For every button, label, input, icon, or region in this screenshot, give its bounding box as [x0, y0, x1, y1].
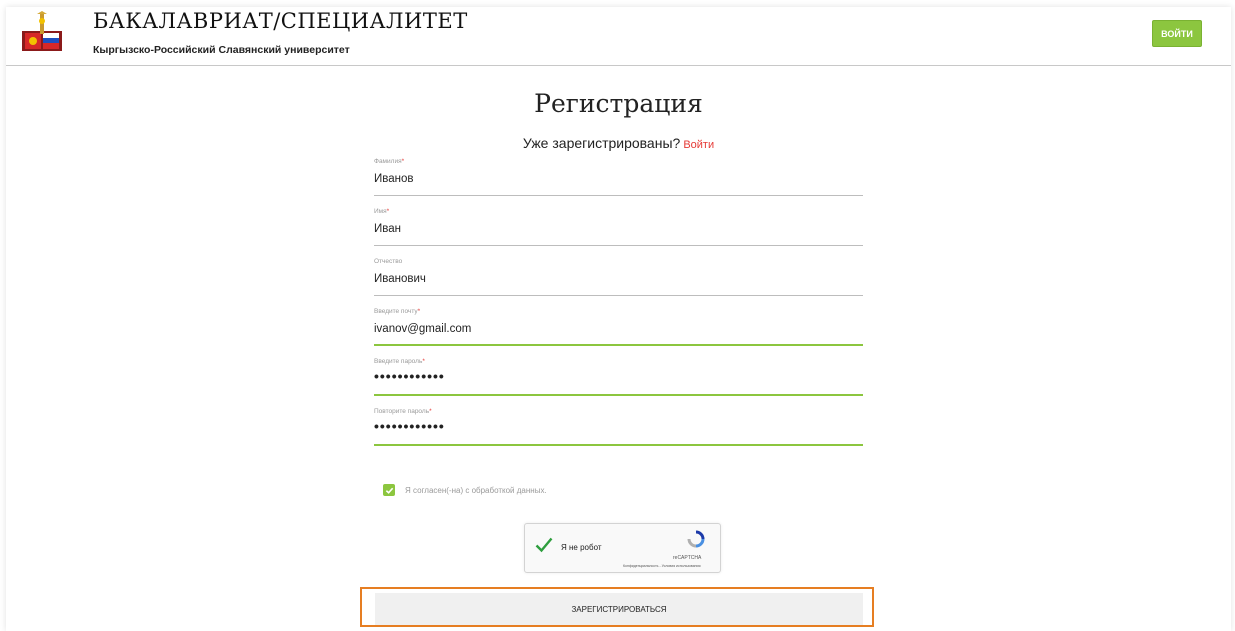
email-input[interactable]: ivanov@gmail.com — [374, 323, 863, 335]
field-underline — [374, 295, 863, 296]
recaptcha-checkmark-icon[interactable] — [535, 536, 553, 554]
header: БАКАЛАВРИАТ/СПЕЦИАЛИТЕТ Кыргызско-Россий… — [6, 7, 1231, 66]
field-label: Повторите пароль* — [374, 408, 432, 415]
repeat-password-field[interactable]: Повторите пароль* •••••••••••• — [374, 408, 863, 448]
first-name-field[interactable]: Имя* Иван — [374, 208, 863, 248]
password-input[interactable]: •••••••••••• — [374, 368, 863, 384]
checkmark-icon — [385, 487, 393, 494]
field-underline — [374, 344, 863, 346]
register-button[interactable]: ЗАРЕГИСТРИРОВАТЬСЯ — [375, 593, 863, 625]
email-field[interactable]: Введите почту* ivanov@gmail.com — [374, 308, 863, 348]
field-label: Отчество — [374, 258, 403, 265]
password-field[interactable]: Введите пароль* •••••••••••• — [374, 358, 863, 398]
page-title: Регистрация — [534, 89, 703, 118]
field-underline — [374, 394, 863, 396]
consent-checkbox-row[interactable]: Я согласен(-на) с обработкой данных. — [383, 484, 547, 496]
field-label: Имя* — [374, 208, 390, 215]
field-underline — [374, 444, 863, 446]
recaptcha-links[interactable]: Конфиденциальность - Условия использован… — [623, 564, 700, 568]
recaptcha-widget[interactable]: Я не робот reCAPTCHA Конфиденциальность … — [524, 523, 721, 573]
patronymic-input[interactable]: Иванович — [374, 273, 863, 285]
already-registered: Уже зарегистрированы? Войти — [6, 135, 1231, 151]
recaptcha-brand: reCAPTCHA — [673, 555, 702, 561]
site-subtitle: Кыргызско-Российский Славянский универси… — [93, 44, 350, 56]
recaptcha-logo-icon — [687, 530, 705, 548]
field-label: Введите пароль* — [374, 358, 425, 365]
consent-label: Я согласен(-на) с обработкой данных. — [405, 485, 547, 495]
field-label: Введите почту* — [374, 308, 421, 315]
site-title: БАКАЛАВРИАТ/СПЕЦИАЛИТЕТ — [93, 9, 468, 33]
university-logo — [22, 11, 62, 51]
recaptcha-label: Я не робот — [561, 543, 602, 552]
patronymic-field[interactable]: Отчество Иванович — [374, 258, 863, 298]
field-underline — [374, 245, 863, 246]
repeat-password-input[interactable]: •••••••••••• — [374, 418, 863, 434]
register-button-highlight[interactable]: ЗАРЕГИСТРИРОВАТЬСЯ — [360, 587, 874, 627]
last-name-field[interactable]: Фамилия* Иванов — [374, 158, 863, 198]
first-name-input[interactable]: Иван — [374, 223, 863, 235]
login-button[interactable]: войти — [1152, 20, 1202, 47]
page: БАКАЛАВРИАТ/СПЕЦИАЛИТЕТ Кыргызско-Россий… — [6, 7, 1231, 631]
login-link[interactable]: Войти — [683, 139, 714, 151]
field-label: Фамилия* — [374, 158, 405, 165]
consent-checkbox[interactable] — [383, 484, 395, 496]
field-underline — [374, 195, 863, 196]
already-registered-text: Уже зарегистрированы? — [522, 135, 681, 151]
last-name-input[interactable]: Иванов — [374, 173, 863, 185]
